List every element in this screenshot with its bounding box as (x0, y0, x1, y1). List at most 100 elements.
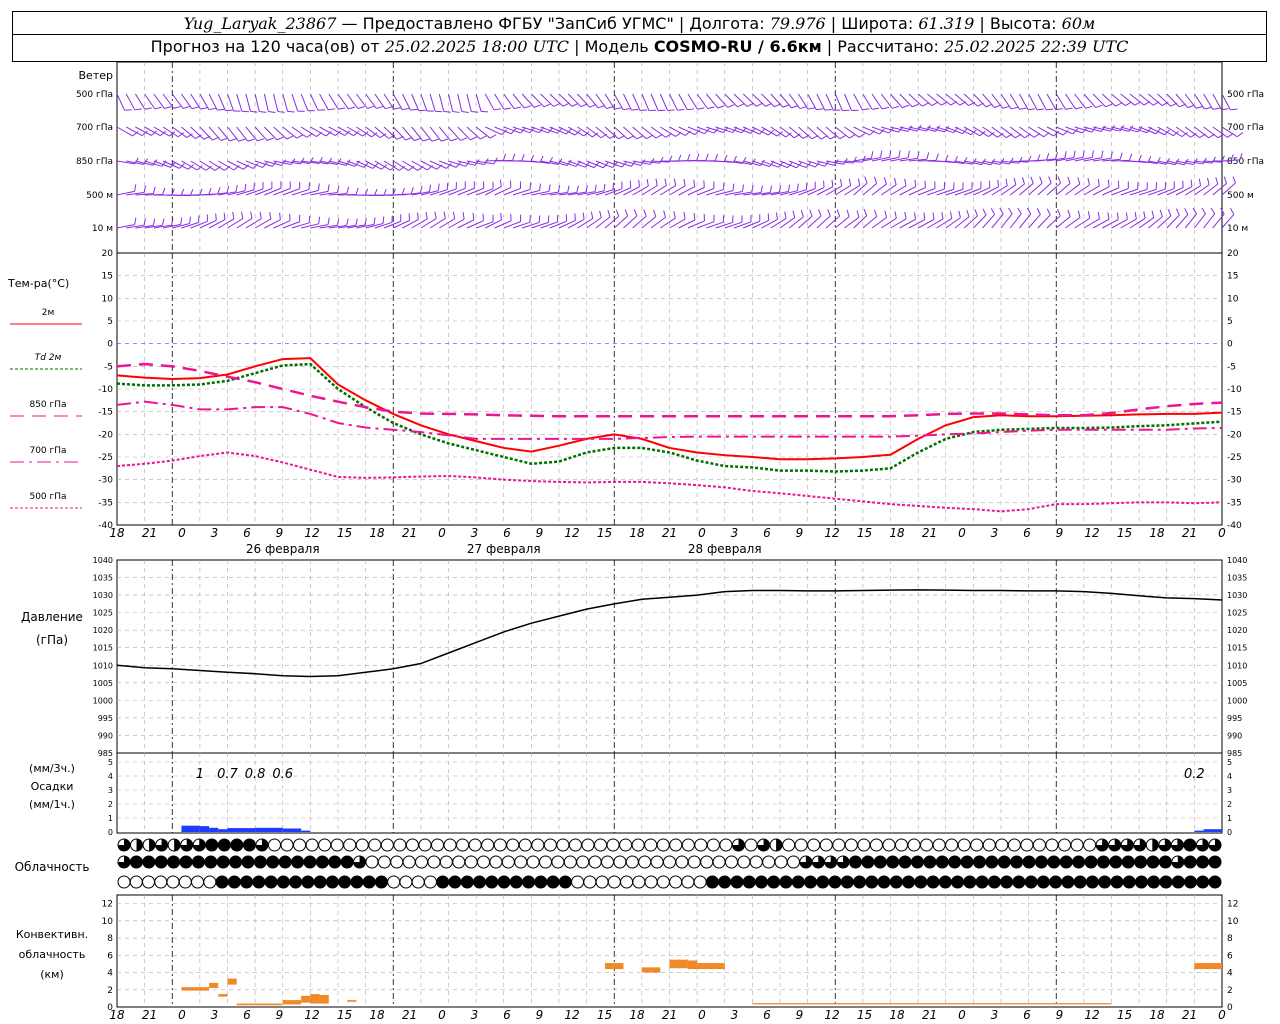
precip-unit-1h: (мм/1ч.) (29, 798, 75, 811)
wind-barb-feather (818, 209, 822, 217)
time-tick: 12 (824, 1008, 839, 1022)
cloud-symbol (230, 838, 244, 852)
wind-barb-feather (898, 150, 901, 158)
wind-barb-feather (1101, 150, 1104, 158)
wind-barb-feather (1151, 210, 1155, 218)
wind-title: Ветер (79, 69, 113, 82)
cloud-symbol (468, 838, 482, 852)
temp-ytick-right: -40 (1227, 521, 1242, 531)
time-tick: 3 (211, 1008, 219, 1022)
wind-barb-feather (250, 211, 253, 219)
wind-barb-feather (567, 185, 570, 193)
wind-barb-feather (792, 210, 796, 218)
cloud-symbol (546, 875, 560, 889)
wind-barb-feather (1212, 107, 1220, 110)
wind-barb-feather (385, 106, 393, 110)
wind-barb-feather (124, 109, 132, 111)
wind-barb-shaft (411, 93, 420, 111)
cloud-symbol (853, 875, 867, 889)
wind-barb-shaft (853, 126, 870, 136)
cloud-symbol (762, 855, 776, 869)
pressure-ytick: 995 (98, 714, 113, 723)
cloud-symbol (742, 875, 756, 889)
wind-barb-feather (502, 153, 507, 161)
cloud-symbol (1183, 838, 1197, 852)
wind-barb-feather (638, 179, 640, 187)
cloud-symbol (1208, 855, 1222, 869)
cloud-symbol (1083, 838, 1097, 852)
cloud-symbol (938, 875, 952, 889)
wind-barb-feather (673, 178, 677, 186)
wind-barb-shaft (705, 93, 719, 109)
wind-barb-feather (269, 212, 272, 220)
cloud-symbol (886, 855, 900, 869)
wind-barb-shaft (843, 93, 852, 111)
cloud-symbol (1000, 875, 1014, 889)
wind-barb-feather (576, 185, 579, 193)
wind-barb-feather (336, 218, 340, 226)
cloud-symbol (832, 838, 846, 852)
cloud-symbol (518, 838, 532, 852)
wind-barb-shaft (1166, 187, 1184, 196)
cloud-symbol (650, 855, 664, 869)
precip-3h-label: 1 (196, 767, 204, 782)
cloud-symbol (719, 838, 733, 852)
temp-ytick: -15 (98, 408, 113, 418)
wind-barb-shaft (816, 186, 834, 196)
cloud-symbol (644, 875, 658, 889)
cloud-symbol (252, 875, 266, 889)
time-tick: 15 (1117, 526, 1132, 540)
cloud-symbol (431, 838, 445, 852)
time-tick: 9 (1056, 526, 1064, 540)
wind-barb-feather (452, 111, 460, 113)
wind-barb-shaft (420, 93, 428, 112)
wind-barb-feather (870, 151, 874, 159)
legend-label: 700 гПа (29, 446, 66, 456)
wind-barb-shaft (816, 93, 826, 111)
cloud-symbol (423, 875, 437, 889)
wind-barb-feather (599, 210, 602, 218)
wind-barb-shaft (466, 93, 472, 112)
cloud-symbol (957, 838, 971, 852)
temp-ytick: 10 (102, 294, 114, 304)
cloud-symbol (693, 875, 707, 889)
temp-title: Тем-ра(°С) (7, 277, 69, 290)
time-tick: 3 (731, 526, 739, 540)
time-tick: 21 (142, 526, 157, 540)
cloud-symbol (910, 855, 924, 869)
wind-barb-feather (277, 110, 285, 113)
cloud-symbol (1020, 838, 1034, 852)
wind-barb-feather (1085, 105, 1093, 109)
time-tick: 18 (629, 526, 645, 540)
wind-barb-feather (471, 110, 479, 113)
precip-ytick: 5 (108, 758, 113, 767)
conv-bar (752, 1003, 1112, 1005)
wind-barb-feather (932, 212, 935, 220)
time-tick: 3 (471, 526, 479, 540)
temp-ytick: 20 (102, 249, 114, 259)
wind-barb-feather (503, 107, 512, 110)
time-tick: 0 (1218, 1008, 1226, 1022)
temp-ytick: -20 (98, 430, 113, 440)
wind-barb-feather (1125, 212, 1128, 220)
wind-barb-feather (134, 217, 137, 225)
wind-barb-feather (590, 211, 594, 219)
cloud-symbol (613, 855, 627, 869)
time-tick: 9 (276, 1008, 284, 1022)
precip-unit-3h: (мм/3ч.) (29, 762, 75, 775)
wind-barb-shaft (1009, 183, 1025, 196)
wind-barb-shaft (567, 219, 585, 229)
wind-barb-shaft (254, 188, 273, 196)
cloud-symbol (932, 838, 946, 852)
wind-barb-feather (997, 179, 1000, 187)
cloud-symbol (501, 855, 515, 869)
temp-ytick: -25 (98, 453, 113, 463)
pressure-ytick: 985 (98, 749, 113, 758)
cloud-symbol (280, 838, 294, 852)
wind-barb-shaft (393, 219, 410, 229)
cloud-symbol (819, 838, 833, 852)
wind-barb-shaft (788, 216, 804, 229)
wind-barb-shaft (1000, 213, 1013, 229)
wind-barb-feather (238, 138, 246, 142)
wind-level-label: 10 м (92, 224, 113, 234)
